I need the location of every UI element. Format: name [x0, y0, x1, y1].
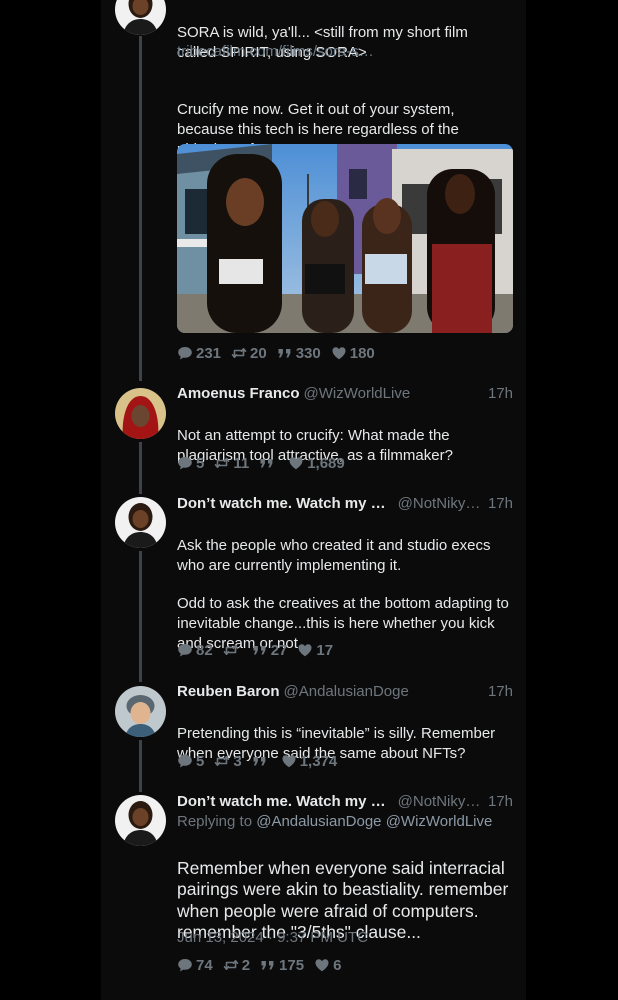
tweet-stats: 5 11 1,689	[177, 453, 355, 473]
retweet-count: 3	[233, 752, 242, 770]
display-name[interactable]: Reuben Baron	[177, 683, 280, 700]
like-button[interactable]: 1,374	[281, 752, 338, 770]
tweet-header: Don’t watch me. Watch my … @NotNiky… 17h	[177, 792, 513, 812]
retweet-button[interactable]	[223, 642, 242, 658]
heart-icon	[288, 455, 304, 471]
like-button[interactable]: 1,689	[288, 455, 345, 472]
tweet-header: Don’t watch me. Watch my … @NotNiky… 17h	[177, 494, 513, 514]
heart-icon	[331, 345, 347, 361]
reply-button[interactable]: 5	[177, 455, 204, 472]
retweet-button[interactable]: 2	[223, 957, 250, 974]
user-handle[interactable]: @AndalusianDoge	[284, 683, 409, 700]
user-handle[interactable]: @WizWorldLive	[304, 385, 411, 402]
like-count: 1,374	[299, 752, 338, 770]
avatar[interactable]	[115, 497, 166, 548]
avatar[interactable]	[115, 388, 166, 439]
reply-button[interactable]: 82	[177, 642, 213, 659]
tweet-header: Reuben Baron @AndalusianDoge 17h	[177, 682, 513, 702]
tweet-text: Remember when everyone said interracial p…	[177, 857, 509, 943]
comment-bubble-icon	[177, 345, 193, 361]
quote-count: 330	[295, 344, 321, 362]
like-count: 17	[316, 641, 334, 659]
quote-button[interactable]	[252, 753, 271, 769]
tweet-text: Pretending this is “inevitable” is silly…	[177, 725, 496, 762]
heart-icon	[281, 753, 297, 769]
thread-line	[139, 442, 142, 494]
display-name[interactable]: Don’t watch me. Watch my …	[177, 793, 386, 810]
retweet-arrows-icon	[231, 345, 247, 361]
tweet-stats: 231 20 330 180	[177, 343, 385, 363]
reply-count: 5	[196, 752, 205, 770]
user-handle[interactable]: @NotNiky…	[398, 793, 481, 810]
heart-icon	[314, 957, 330, 973]
like-button[interactable]: 6	[314, 957, 341, 974]
comment-bubble-icon	[177, 642, 193, 658]
heart-icon	[297, 642, 313, 658]
comment-bubble-icon	[177, 753, 193, 769]
tweet-stats: 5 3 1,374	[177, 751, 347, 771]
retweet-count: 11	[233, 454, 250, 472]
reply-count: 5	[196, 454, 205, 472]
tweet-header: Amoenus Franco @WizWorldLive 17h	[177, 384, 513, 404]
retweet-arrows-icon	[214, 455, 230, 471]
like-count: 180	[349, 344, 375, 362]
quote-count: 27	[270, 641, 288, 659]
replying-to-label: Replying to	[177, 813, 253, 830]
retweet-arrows-icon	[223, 957, 239, 973]
reply-count: 74	[196, 956, 213, 974]
retweet-button[interactable]: 20	[231, 345, 267, 362]
quote-count: 175	[279, 956, 305, 974]
comment-bubble-icon	[177, 455, 193, 471]
display-name[interactable]: Don’t watch me. Watch my …	[177, 495, 386, 512]
quote-marks-icon	[259, 455, 275, 471]
tweet-link[interactable]: tribecafilm.com/films/sora-s…	[177, 43, 374, 60]
quote-marks-icon	[252, 642, 268, 658]
tweet-stats: 74 2 175 6	[177, 955, 351, 975]
quote-marks-icon	[277, 345, 293, 361]
tweet-time[interactable]: 17h	[488, 384, 513, 404]
tweet-stats: 82 27 17	[177, 640, 343, 660]
reply-button[interactable]: 5	[177, 753, 204, 770]
quote-marks-icon	[252, 753, 268, 769]
display-name[interactable]: Amoenus Franco	[177, 385, 300, 402]
retweet-count: 2	[241, 956, 251, 974]
retweet-button[interactable]: 3	[214, 752, 242, 770]
reply-button[interactable]: 74	[177, 957, 213, 974]
reply-button[interactable]: 231	[177, 345, 221, 362]
quote-marks-icon	[260, 957, 276, 973]
tweet-image[interactable]	[177, 144, 513, 333]
avatar[interactable]	[115, 795, 166, 846]
user-handle[interactable]: @NotNiky…	[398, 495, 481, 512]
tweet-time[interactable]: 17h	[488, 682, 513, 702]
like-button[interactable]: 180	[331, 345, 375, 362]
tweet-text: Not an attempt to crucify: What made the…	[177, 427, 453, 464]
thread-line	[139, 551, 142, 682]
avatar[interactable]	[115, 686, 166, 737]
retweet-count: 20	[250, 344, 267, 362]
reply-count: 82	[196, 641, 213, 659]
replying-to: Replying to @AndalusianDoge @WizWorldLiv…	[177, 813, 492, 830]
tweet-timestamp[interactable]: Jun 13, 2024 · 9:37 PM UTC	[177, 929, 368, 946]
retweet-arrows-icon	[214, 753, 230, 769]
thread-line	[139, 36, 142, 381]
retweet-button[interactable]: 11	[214, 455, 249, 472]
reply-count: 231	[196, 344, 222, 362]
like-button[interactable]: 17	[297, 642, 333, 659]
like-count: 1,689	[307, 454, 345, 472]
tweet-time[interactable]: 17h	[488, 494, 513, 514]
quote-button[interactable]: 330	[277, 345, 321, 362]
quote-button[interactable]: 175	[260, 957, 304, 974]
quote-button[interactable]	[259, 455, 278, 471]
tweet-time[interactable]: 17h	[488, 792, 513, 812]
like-count: 6	[333, 956, 342, 974]
retweet-arrows-icon	[223, 642, 239, 658]
mention-link[interactable]: @AndalusianDoge @WizWorldLive	[256, 813, 492, 830]
thread-line	[139, 740, 142, 792]
comment-bubble-icon	[177, 957, 193, 973]
quote-button[interactable]: 27	[252, 641, 288, 659]
